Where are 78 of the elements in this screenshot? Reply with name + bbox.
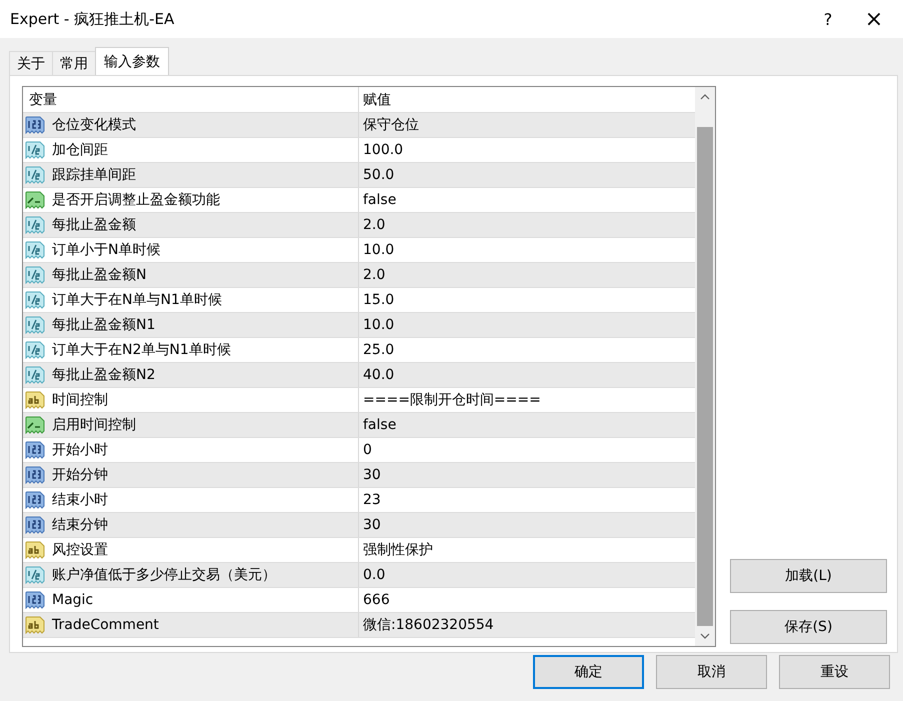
number-icon <box>25 591 45 609</box>
text-icon <box>25 616 45 634</box>
variable-name: 结束小时 <box>52 491 108 509</box>
variable-value[interactable]: 强制性保护 <box>359 541 433 559</box>
window-title: Expert - 疯狂推土机-EA <box>10 10 176 28</box>
variable-name: 每批止盈金额N1 <box>52 316 156 334</box>
variable-name: 启用时间控制 <box>52 416 136 434</box>
variable-value[interactable]: 15.0 <box>359 292 394 308</box>
variable-name: 订单小于N单时候 <box>52 241 160 259</box>
variable-value[interactable]: 微信:18602320554 <box>359 616 494 634</box>
variable-value[interactable]: 23 <box>359 492 381 508</box>
toggle-icon <box>25 416 45 434</box>
dialog-button[interactable]: 确定 <box>533 655 644 689</box>
number-icon <box>25 516 45 534</box>
chevron-up-icon <box>700 94 710 100</box>
variable-name: 时间控制 <box>52 391 108 409</box>
variable-value[interactable]: 保守仓位 <box>359 116 419 134</box>
variable-value[interactable]: ====限制开仓时间==== <box>359 391 541 409</box>
variable-value[interactable]: 50.0 <box>359 167 394 183</box>
fraction-icon <box>25 216 45 234</box>
fraction-icon <box>25 566 45 584</box>
number-icon <box>25 491 45 509</box>
variable-value[interactable]: 2.0 <box>359 267 386 283</box>
variable-value[interactable]: 10.0 <box>359 242 394 258</box>
dialog-button[interactable]: 重设 <box>779 655 890 689</box>
column-header: 赋值 <box>362 90 391 108</box>
variable-name: 账户净值低于多少停止交易（美元） <box>52 566 276 584</box>
variable-value[interactable]: false <box>359 417 396 433</box>
variable-name: 是否开启调整止盈金额功能 <box>52 191 220 209</box>
variable-name: 订单大于在N单与N1单时候 <box>52 291 222 309</box>
variable-name: 开始分钟 <box>52 466 108 484</box>
close-button[interactable]: × <box>851 0 897 38</box>
variable-value[interactable]: false <box>359 192 396 208</box>
number-icon <box>25 116 45 134</box>
fraction-icon <box>25 316 45 334</box>
fraction-icon <box>25 341 45 359</box>
fraction-icon <box>25 291 45 309</box>
variable-name: 跟踪挂单间距 <box>52 166 136 184</box>
variable-value[interactable]: 40.0 <box>359 367 394 383</box>
variable-name: 结束分钟 <box>52 516 108 534</box>
variable-name: Magic <box>52 592 94 608</box>
variable-name: 风控设置 <box>52 541 108 559</box>
variable-name: 加仓间距 <box>52 141 108 159</box>
number-icon <box>25 441 45 459</box>
variable-name: 开始小时 <box>52 441 108 459</box>
fraction-icon <box>25 166 45 184</box>
variable-value[interactable]: 25.0 <box>359 342 394 358</box>
text-icon <box>25 541 45 559</box>
variable-value[interactable]: 100.0 <box>359 142 404 158</box>
number-icon <box>25 466 45 484</box>
tab[interactable]: 输入参数 <box>95 47 169 75</box>
variable-name: TradeComment <box>52 617 159 633</box>
help-button[interactable]: ? <box>805 0 851 38</box>
scroll-thumb[interactable] <box>697 127 713 626</box>
variable-value[interactable]: 0.0 <box>359 567 386 583</box>
variable-name: 仓位变化模式 <box>52 116 136 134</box>
save-button[interactable]: 保存(S) <box>730 610 887 644</box>
variable-name: 每批止盈金额N2 <box>52 366 156 384</box>
variable-name: 每批止盈金额N <box>52 266 146 284</box>
variable-value[interactable]: 30 <box>359 517 381 533</box>
fraction-icon <box>25 141 45 159</box>
text-icon <box>25 391 45 409</box>
chevron-down-icon <box>700 633 710 639</box>
tab[interactable]: 关于 <box>9 51 53 75</box>
column-header: 变量 <box>23 87 359 112</box>
variable-name: 订单大于在N2单与N1单时候 <box>52 341 231 359</box>
dialog-button[interactable]: 取消 <box>656 655 767 689</box>
fraction-icon <box>25 366 45 384</box>
variable-value[interactable]: 666 <box>359 592 390 608</box>
load-button[interactable]: 加载(L) <box>730 559 887 593</box>
variable-name: 每批止盈金额 <box>52 216 136 234</box>
variable-value[interactable]: 10.0 <box>359 317 394 333</box>
variable-value[interactable]: 2.0 <box>359 217 386 233</box>
variable-value[interactable]: 0 <box>359 442 372 458</box>
variable-value[interactable]: 30 <box>359 467 381 483</box>
toggle-icon <box>25 191 45 209</box>
fraction-icon <box>25 266 45 284</box>
fraction-icon <box>25 241 45 259</box>
